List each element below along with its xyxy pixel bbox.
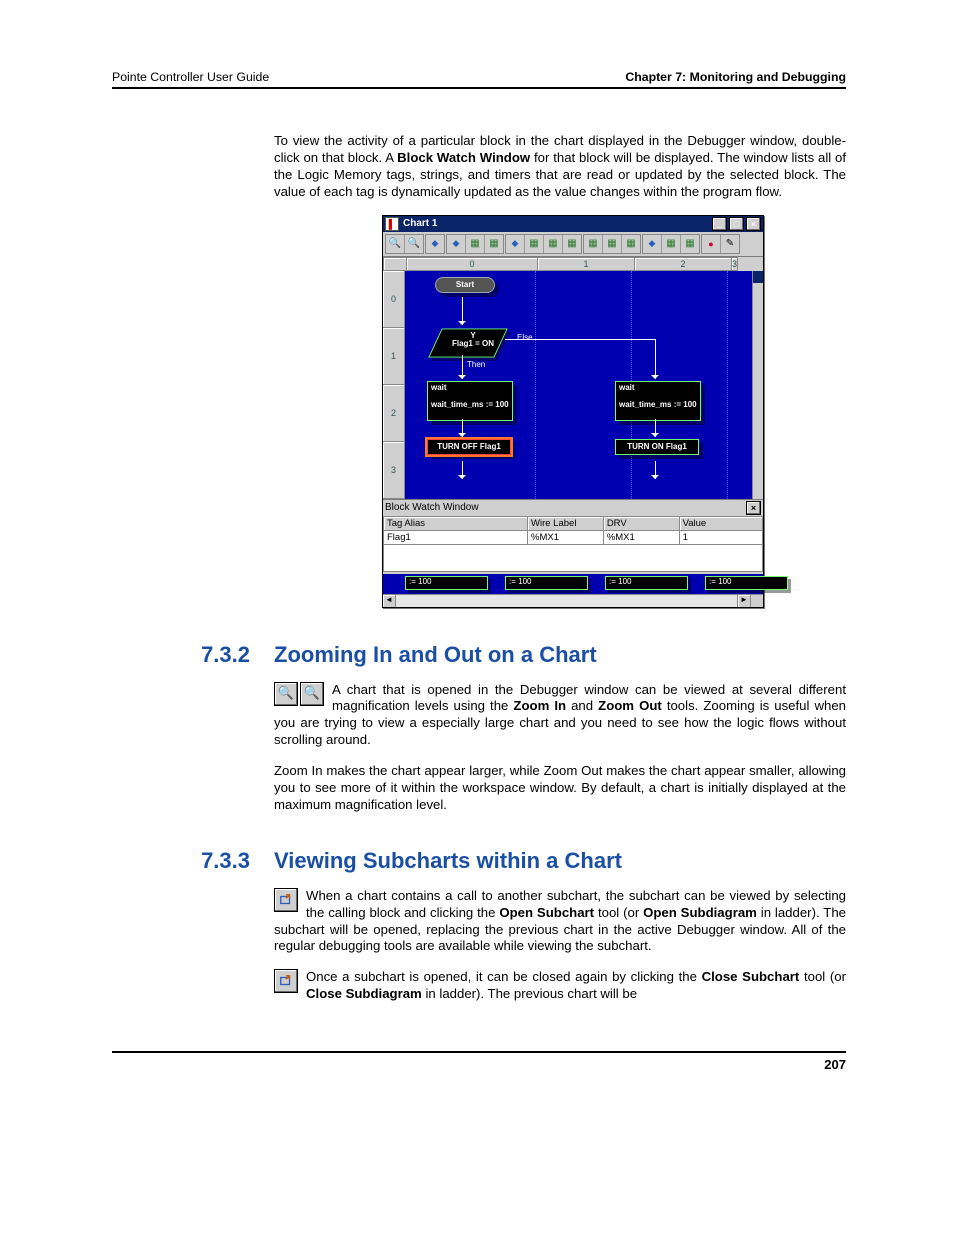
tool-button[interactable]	[563, 235, 581, 253]
watch-th-tagalias: Tag Alias	[384, 516, 528, 530]
watch-row[interactable]: Flag1 %MX1 %MX1 1	[384, 530, 763, 544]
then-label: Then	[467, 360, 485, 369]
debugger-screenshot: ▌ Chart 1 _ □ × 🔍🔍 ✎	[382, 215, 764, 608]
turn-on-block[interactable]: TURN ON Flag1	[615, 439, 699, 456]
decision-block[interactable]: Y Flag1 = ON	[435, 326, 505, 350]
close-subchart-icon	[274, 969, 298, 993]
intro-paragraph: To view the activity of a particular blo…	[274, 133, 846, 201]
tool-button[interactable]	[525, 235, 544, 253]
row-header-1: 1	[383, 328, 405, 385]
section-title: Viewing Subcharts within a Chart	[274, 848, 622, 874]
maximize-button[interactable]: □	[729, 217, 744, 231]
running-head-right: Chapter 7: Monitoring and Debugging	[625, 70, 846, 84]
app-icon: ▌	[385, 217, 399, 231]
col-header-0: 0	[407, 257, 538, 271]
col-header-3: 3	[732, 257, 738, 271]
watch-close-button[interactable]: ×	[746, 501, 761, 515]
window-title: Chart 1	[403, 218, 437, 229]
para-732-2: Zoom In makes the chart appear larger, w…	[274, 763, 846, 814]
tool-button[interactable]: ✎	[721, 235, 739, 253]
minimize-button[interactable]: _	[712, 217, 727, 231]
section-heading-733: 7.3.3 Viewing Subcharts within a Chart	[112, 848, 846, 874]
row-header-3: 3	[383, 442, 405, 499]
bottom-strip-canvas: := 100 := 100 := 100 := 100	[383, 574, 763, 594]
flowchart-canvas[interactable]: Start Y Flag1 = ON Else Then	[405, 271, 753, 499]
para-733-1: When a chart contains a call to another …	[274, 888, 846, 956]
section-title: Zooming In and Out on a Chart	[274, 642, 597, 668]
tool-button[interactable]	[447, 235, 466, 253]
watch-th-value: Value	[679, 516, 762, 530]
tool-button[interactable]	[622, 235, 640, 253]
zoom-out-icon[interactable]: 🔍	[405, 235, 423, 253]
page-number: 207	[112, 1051, 846, 1072]
watch-th-wirelabel: Wire Label	[528, 516, 604, 530]
tool-button[interactable]	[584, 235, 603, 253]
tool-button[interactable]	[506, 235, 525, 253]
strip-block: := 100	[605, 576, 688, 590]
vertical-scrollbar[interactable]	[752, 271, 763, 499]
tool-button[interactable]	[603, 235, 622, 253]
strip-block: := 100	[405, 576, 488, 590]
horizontal-scrollbar[interactable]: ◄►	[383, 594, 763, 607]
row-header-2: 2	[383, 385, 405, 442]
zoom-in-icon[interactable]: 🔍	[386, 235, 405, 253]
header-rule	[112, 87, 846, 89]
turn-off-block[interactable]: TURN OFF Flag1	[427, 439, 511, 456]
chart-grid-area: 0 1 2 3 0 1 2 3 Start	[383, 256, 763, 499]
section-heading-732: 7.3.2 Zooming In and Out on a Chart	[112, 642, 846, 668]
zoom-in-icon: 🔍	[274, 682, 298, 706]
tool-button[interactable]	[544, 235, 563, 253]
tool-button[interactable]	[466, 235, 485, 253]
open-subchart-icon	[274, 888, 298, 912]
start-block[interactable]: Start	[435, 277, 495, 294]
tool-button[interactable]	[485, 235, 503, 253]
tool-button[interactable]	[426, 235, 444, 253]
section-number: 7.3.2	[112, 642, 250, 668]
wait-block-right[interactable]: wait wait_time_ms := 100	[615, 381, 701, 421]
running-head-left: Pointe Controller User Guide	[112, 70, 269, 84]
strip-block: := 100	[705, 576, 788, 590]
watch-table: Tag Alias Wire Label DRV Value Flag1 %MX…	[383, 516, 763, 545]
tool-button[interactable]	[702, 235, 721, 253]
block-watch-window: Block Watch Window × Tag Alias Wire Labe…	[383, 499, 763, 572]
row-header-0: 0	[383, 271, 405, 328]
col-header-1: 1	[538, 257, 635, 271]
window-toolbar: 🔍🔍 ✎	[383, 232, 763, 256]
else-label: Else	[517, 333, 533, 342]
strip-block: := 100	[505, 576, 588, 590]
watch-th-drv: DRV	[603, 516, 679, 530]
section-number: 7.3.3	[112, 848, 250, 874]
wait-block-left[interactable]: wait wait_time_ms := 100	[427, 381, 513, 421]
tool-button[interactable]	[662, 235, 681, 253]
window-titlebar: ▌ Chart 1 _ □ ×	[383, 216, 763, 232]
close-button[interactable]: ×	[746, 217, 761, 231]
para-733-2: Once a subchart is opened, it can be clo…	[274, 969, 846, 1003]
col-header-2: 2	[635, 257, 732, 271]
zoom-out-icon: 🔍	[300, 682, 324, 706]
tool-button[interactable]	[643, 235, 662, 253]
tool-button[interactable]	[681, 235, 699, 253]
grid-corner	[383, 257, 407, 271]
para-732-1: 🔍 🔍 A chart that is opened in the Debugg…	[274, 682, 846, 750]
watch-title: Block Watch Window	[385, 502, 479, 513]
